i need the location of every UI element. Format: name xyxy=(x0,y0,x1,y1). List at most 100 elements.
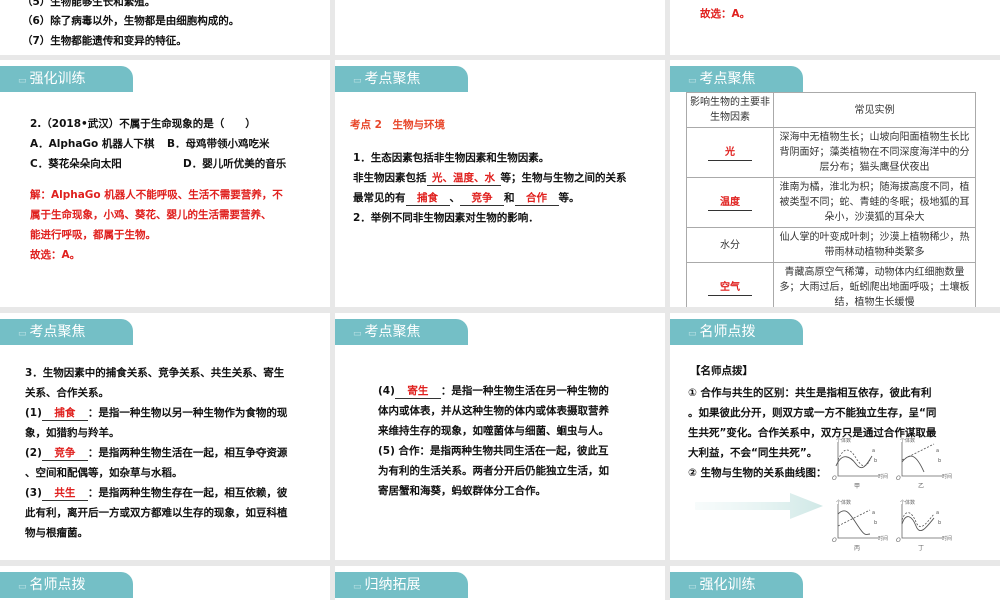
svg-text:个体数: 个体数 xyxy=(900,499,915,506)
svg-text:O: O xyxy=(832,537,837,544)
tab-label: 考点聚焦 xyxy=(29,324,86,340)
text-line: （6）除了病毒以外，生物都是由细胞构成的。 xyxy=(22,15,240,27)
curve-chart-丙: 个体数 时间 O 丙 a b xyxy=(832,499,888,552)
book-icon: ▭ xyxy=(688,582,697,592)
book-icon: ▭ xyxy=(18,582,27,592)
fill-blank: 光、温度、水 xyxy=(426,171,501,186)
tab-label: 考点聚焦 xyxy=(364,71,421,87)
slide-tab: ▭ 考点聚焦 xyxy=(0,319,133,345)
svg-text:时间: 时间 xyxy=(942,535,952,542)
slide-tab: ▭ 名师点拨 xyxy=(0,572,133,598)
answer-text: 故选：A。 xyxy=(700,8,751,20)
svg-text:a: a xyxy=(936,510,939,516)
solution-line: 能进行呼吸，都属于生物。 xyxy=(30,229,156,241)
svg-text:b: b xyxy=(874,458,877,464)
book-icon: ▭ xyxy=(353,76,362,86)
text-line: 寄居蟹和海葵，蚂蚁群体分工合作。 xyxy=(378,485,546,497)
tab-label: 强化训练 xyxy=(699,577,756,593)
slide-12: ▭ 强化训练 xyxy=(670,566,1000,600)
answer-text: 故选：A。 xyxy=(30,249,81,261)
slide-1: （5）生物能够生长和繁殖。 （6）除了病毒以外，生物都是由细胞构成的。 （7）生… xyxy=(0,0,330,55)
slide-4: ▭ 强化训练 2.（2018•武汉）不属于生命现象的是（ ） A．AlphaGo … xyxy=(0,60,330,307)
svg-text:丁: 丁 xyxy=(918,545,924,552)
slide-tab: ▭ 考点聚焦 xyxy=(335,319,468,345)
text-line: 。如果彼此分开，则双方或一方不能独立生存，呈“同 xyxy=(688,407,937,419)
text-line: （7）生物都能遗传和变异的特征。 xyxy=(22,35,187,47)
text-line: 关系、合作关系。 xyxy=(25,387,109,399)
svg-text:b: b xyxy=(874,520,877,526)
text-line: 1．生态因素包括非生物因素和生物因素。 xyxy=(353,152,550,164)
svg-text:丙: 丙 xyxy=(854,545,860,552)
slide-tab: ▭ 考点聚焦 xyxy=(335,66,468,92)
table-header: 影响生物的主要非生物因素 常见实例 xyxy=(686,92,976,128)
text-line: 最常见的有 捕食、竞争和合作 等。 xyxy=(353,191,580,206)
slide-tab: ▭ 强化训练 xyxy=(670,572,803,598)
factor-answer: 空气 xyxy=(708,280,752,296)
svg-text:a: a xyxy=(872,510,875,516)
text-line: 为有利的生活关系。两者分开后仍能独立生活，如 xyxy=(378,465,609,477)
option-b: B．母鸡带领小鸡吃米 xyxy=(167,138,270,150)
section-title: 考点 2 生物与环境 xyxy=(350,119,445,131)
tab-label: 名师点拨 xyxy=(699,324,756,340)
svg-text:O: O xyxy=(896,475,901,482)
question: 2.（2018•武汉）不属于生命现象的是（ ） xyxy=(30,118,256,130)
tip-heading: 【名师点拨】 xyxy=(690,365,753,377)
slide-9: ▭ 名师点拨 【名师点拨】 ① 合作与共生的区别：共生是指相互依存，彼此有利 。如… xyxy=(670,313,1000,560)
text-line: 此有利，离开后一方或双方都难以生存的现象，如豆科植 xyxy=(25,507,288,519)
text-line: 大利益，不会“同生共死”。 xyxy=(688,447,818,459)
svg-text:个体数: 个体数 xyxy=(900,438,915,444)
arrow-graphic xyxy=(695,493,823,519)
fill-blank: 竞争 xyxy=(460,191,504,206)
svg-text:O: O xyxy=(896,537,901,544)
svg-text:a: a xyxy=(872,448,875,454)
svg-text:个体数: 个体数 xyxy=(836,438,851,444)
tab-label: 归纳拓展 xyxy=(364,577,421,593)
book-icon: ▭ xyxy=(18,76,27,86)
slide-8: ▭ 考点聚焦 (4) 寄生 ：是指一种生物生活在另一种生物的 体内或体表，并从这种生物… xyxy=(335,313,665,560)
svg-text:b: b xyxy=(938,520,941,526)
text-line: 、空间和配偶等，如杂草与水稻。 xyxy=(25,467,183,479)
book-icon: ▭ xyxy=(688,76,697,86)
slide-10: ▭ 名师点拨 xyxy=(0,566,330,600)
svg-text:O: O xyxy=(832,475,837,482)
curve-chart-乙: 个体数 时间 O 乙 a b xyxy=(896,438,952,490)
tab-label: 考点聚焦 xyxy=(364,324,421,340)
slide-tab: ▭ 名师点拨 xyxy=(670,319,803,345)
slide-11: ▭ 归纳拓展 xyxy=(335,566,665,600)
slide-tab: ▭ 归纳拓展 xyxy=(335,572,468,598)
relationship-curves: 个体数 时间 O 甲 a b 个体数 时间 O 乙 a b 个体数 时间 O 丙… xyxy=(832,438,952,552)
svg-text:a: a xyxy=(936,448,939,454)
svg-text:时间: 时间 xyxy=(878,535,888,542)
text-line: (5) 合作：是指两种生物共同生活在一起，彼此互 xyxy=(378,445,609,457)
book-icon: ▭ xyxy=(18,329,27,339)
fill-blank: 共生 xyxy=(41,486,88,501)
text-line: 非生物因素包括 光、温度、水 等；生物与生物之间的关系 xyxy=(353,171,627,186)
factor-cell: 水分 xyxy=(686,227,774,263)
solution-line: 属于生命现象，小鸡、葵花、婴儿的生活需要营养、 xyxy=(30,209,272,221)
fill-blank: 竞争 xyxy=(41,446,88,461)
book-icon: ▭ xyxy=(353,329,362,339)
svg-text:时间: 时间 xyxy=(878,473,888,480)
text-line: 2．举例不同非生物因素对生物的影响． xyxy=(353,212,539,224)
text-line: 3．生物因素中的捕食关系、竞争关系、共生关系、寄生 xyxy=(25,367,285,379)
table-row: 光 深海中无植物生长；山坡向阳面植物生长比背阴面好；藻类植物在不同深度海洋中的分层… xyxy=(686,127,976,178)
curve-chart-丁: 个体数 时间 O 丁 a b xyxy=(896,499,952,552)
slide-2 xyxy=(335,0,665,55)
example-cell: 淮南为橘，淮北为枳；随海拔高度不同，植被类型不同；蛇、青蛙的冬眠；极地狐的耳朵小… xyxy=(773,177,976,228)
fill-blank: 合作 xyxy=(514,191,559,206)
slide-6: ▭ 考点聚焦 影响生物的主要非生物因素 常见实例 光 深海中无植物生长；山坡向阳面植物… xyxy=(670,60,1000,307)
slide-7: ▭ 考点聚焦 3．生物因素中的捕食关系、竞争关系、共生关系、寄生 关系、合作关系。… xyxy=(0,313,330,560)
factor-table: 影响生物的主要非生物因素 常见实例 光 深海中无植物生长；山坡向阳面植物生长比背阴面… xyxy=(686,92,976,307)
tab-label: 名师点拨 xyxy=(29,577,86,593)
text-line: (4) 寄生 ：是指一种生物生活在另一种生物的 xyxy=(378,385,609,399)
header-cell: 影响生物的主要非生物因素 xyxy=(686,92,774,128)
text-line: 来维持生存的现象，如噬菌体与细菌、蛔虫与人。 xyxy=(378,425,609,437)
svg-text:乙: 乙 xyxy=(918,483,924,490)
svg-text:甲: 甲 xyxy=(854,483,860,490)
text-line: (3) 共生 ：是指两种生物生存在一起，相互依赖，彼 xyxy=(25,486,288,501)
curve-chart-甲: 个体数 时间 O 甲 a b xyxy=(832,438,888,490)
factor-answer: 温度 xyxy=(708,195,752,211)
book-icon: ▭ xyxy=(688,329,697,339)
slide-5: ▭ 考点聚焦 考点 2 生物与环境 1．生态因素包括非生物因素和生物因素。 非生物… xyxy=(335,60,665,307)
slide-3: 故选：A。 xyxy=(670,0,1000,55)
